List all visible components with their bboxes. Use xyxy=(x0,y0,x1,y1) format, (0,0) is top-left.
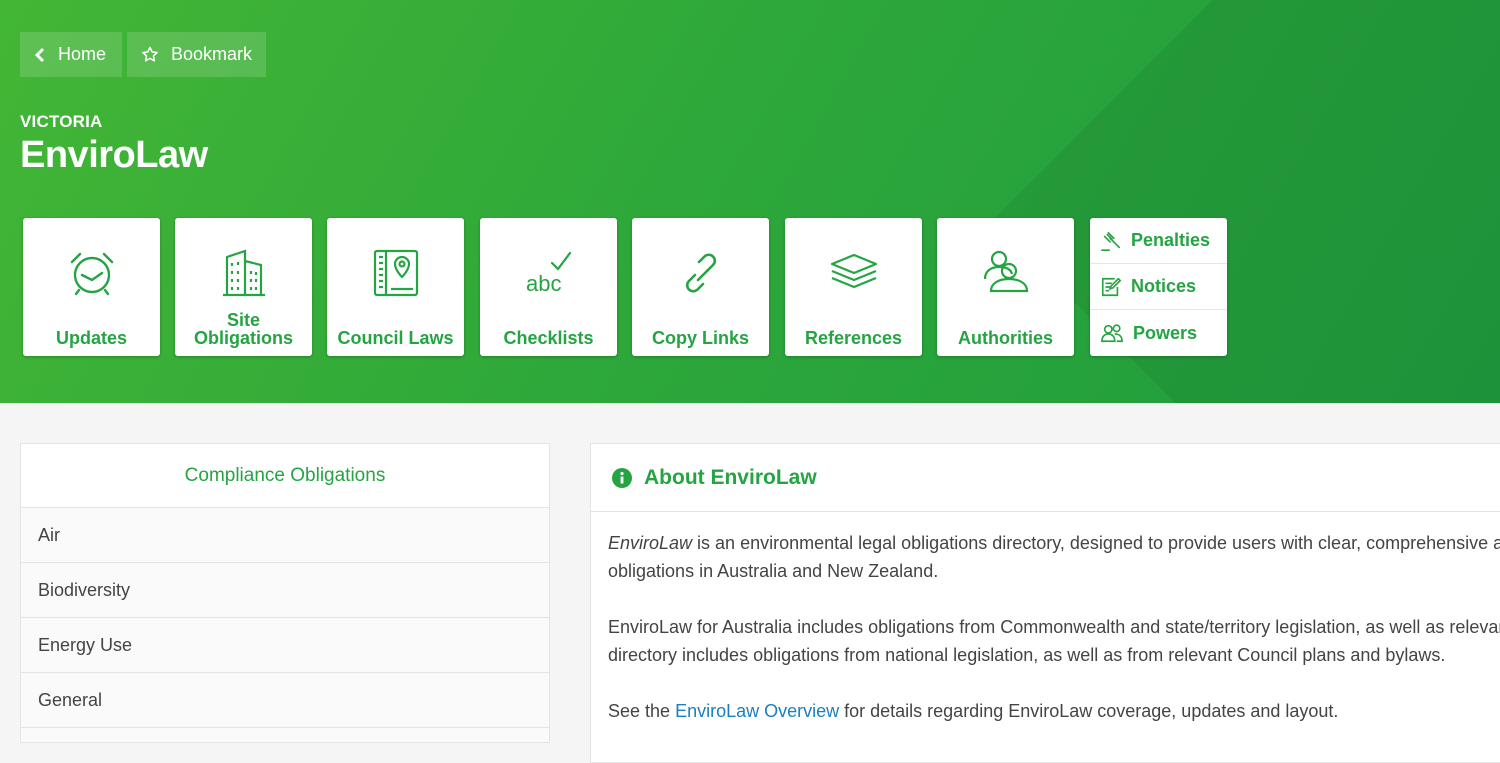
notice-edit-icon xyxy=(1101,277,1122,296)
about-paragraph-1: EnviroLaw is an environmental legal obli… xyxy=(608,529,1500,585)
about-body: EnviroLaw is an environmental legal obli… xyxy=(591,512,1500,725)
home-button[interactable]: Home xyxy=(20,32,122,77)
text-line: directory includes obligations from nati… xyxy=(608,645,1446,665)
notices-link[interactable]: Notices xyxy=(1090,264,1227,310)
tile-label: Checklists xyxy=(503,328,594,348)
penalties-link[interactable]: Penalties xyxy=(1090,218,1227,264)
tile-label: Site Obligations xyxy=(194,310,293,348)
text-line: for details regarding EnviroLaw coverage… xyxy=(839,701,1339,721)
region-label: VICTORIA xyxy=(20,112,103,131)
svg-text:abc: abc xyxy=(526,271,561,296)
tile-authorities[interactable]: Authorities xyxy=(937,218,1074,356)
text-line: See the xyxy=(608,701,676,721)
gavel-icon xyxy=(1101,231,1121,251)
tile-label: Council Laws xyxy=(337,328,454,348)
tile-label: Updates xyxy=(55,328,127,348)
text-line: EnviroLaw for Australia includes obligat… xyxy=(608,617,1500,637)
obligation-item-energy-use[interactable]: Energy Use xyxy=(21,618,549,673)
tile-label: Copy Links xyxy=(651,328,749,348)
abc-check-icon: abc xyxy=(526,251,571,296)
about-paragraph-2: EnviroLaw for Australia includes obligat… xyxy=(608,613,1500,669)
tile-copy-links[interactable]: Copy Links xyxy=(632,218,769,356)
text-line: is an environmental legal obligations di… xyxy=(692,533,1500,553)
obligation-item-biodiversity[interactable]: Biodiversity xyxy=(21,563,549,618)
brand-emphasis: EnviroLaw xyxy=(608,533,693,553)
layers-icon xyxy=(830,253,877,289)
notices-label: Notices xyxy=(1131,276,1197,296)
users-icon xyxy=(1101,324,1123,343)
obligation-item-general[interactable]: General xyxy=(21,673,549,728)
about-panel: About EnviroLaw EnviroLaw is an environm… xyxy=(590,443,1500,763)
obligation-item-air[interactable]: Air xyxy=(21,508,549,563)
link-icon xyxy=(685,253,716,293)
bookmark-button[interactable]: Bookmark xyxy=(127,32,266,77)
bookmark-label: Bookmark xyxy=(170,44,252,64)
text-line: obligations in Australia and New Zealand… xyxy=(608,561,939,581)
penalties-label: Penalties xyxy=(1131,230,1211,250)
home-label: Home xyxy=(58,44,107,64)
tile-council-laws[interactable]: Council Laws xyxy=(327,218,464,356)
about-title: About EnviroLaw xyxy=(644,465,817,489)
about-paragraph-3: See the EnviroLaw Overview for details r… xyxy=(608,697,1500,725)
alarm-clock-icon xyxy=(70,252,113,296)
header-banner: Home Bookmark VICTORIA EnviroLaw Updates… xyxy=(0,0,1500,403)
chevron-left-icon xyxy=(34,47,45,62)
building-icon xyxy=(222,249,265,297)
tile-label: References xyxy=(804,328,903,348)
info-icon xyxy=(612,467,632,488)
people-icon xyxy=(983,250,1028,293)
tile-site-obligations[interactable]: Site Obligations xyxy=(175,218,312,356)
tile-label: Authorities xyxy=(957,328,1053,348)
overview-link[interactable]: EnviroLaw Overview xyxy=(675,701,839,721)
mini-tile-group: Penalties Notices Powers xyxy=(1090,218,1227,356)
powers-label: Powers xyxy=(1133,322,1198,343)
compliance-obligations-panel: Compliance Obligations Air Biodiversity … xyxy=(20,443,550,743)
about-header: About EnviroLaw xyxy=(591,444,1500,512)
panel-title: Compliance Obligations xyxy=(21,444,549,508)
powers-link[interactable]: Powers xyxy=(1090,310,1227,356)
tile-updates[interactable]: Updates xyxy=(23,218,160,356)
map-book-icon xyxy=(373,249,418,297)
tile-references[interactable]: References xyxy=(785,218,922,356)
star-icon xyxy=(142,46,158,62)
page-title: EnviroLaw xyxy=(20,134,208,176)
tile-checklists[interactable]: abc Checklists xyxy=(480,218,617,356)
